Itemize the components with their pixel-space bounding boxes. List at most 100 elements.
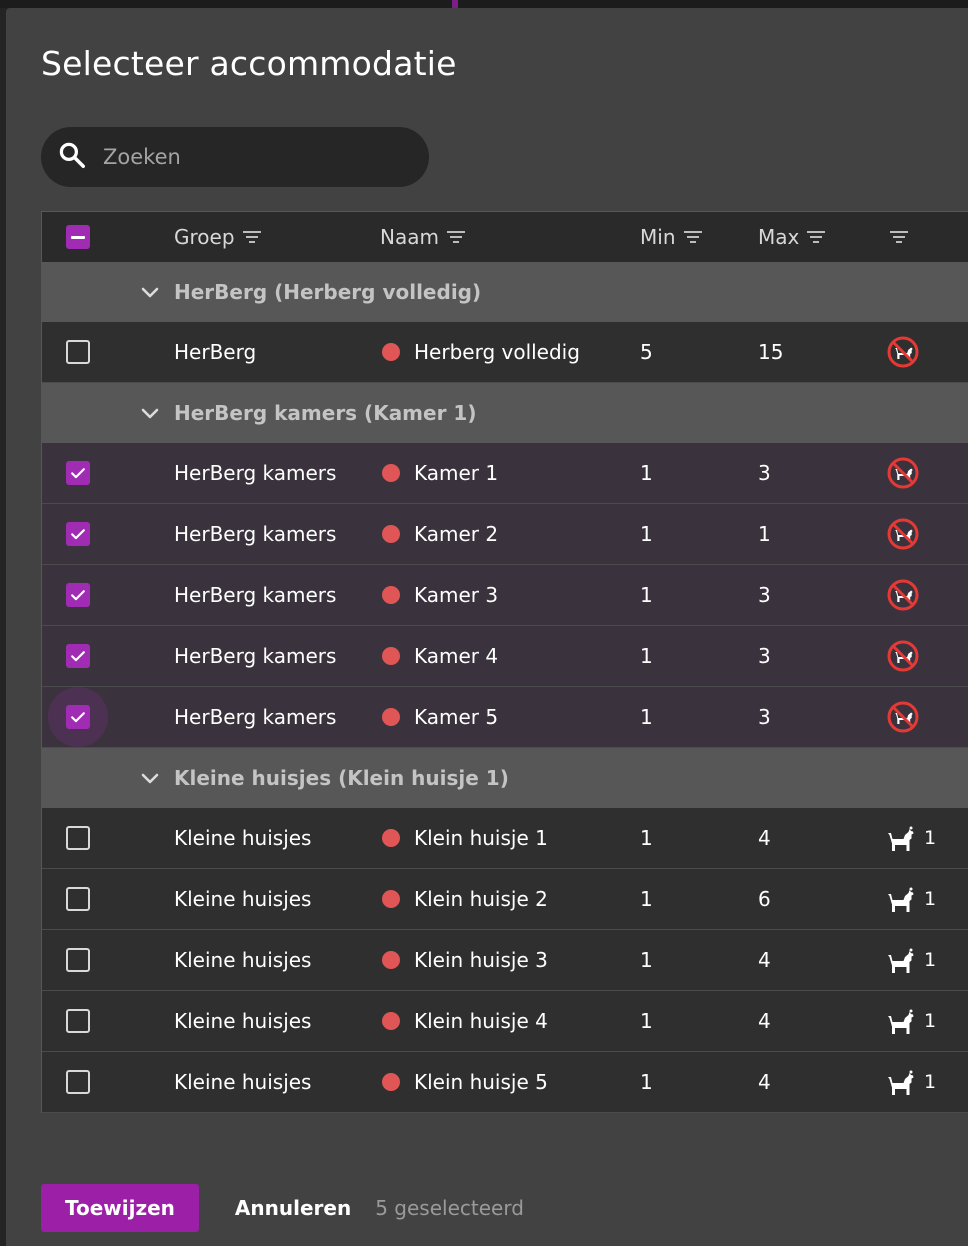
topbar-accent xyxy=(452,0,458,8)
table-row[interactable]: HerBerg kamers Kamer 1 1 3 xyxy=(42,443,968,504)
table-row[interactable]: Kleine huisjes Klein huisje 4 1 4 1 xyxy=(42,991,968,1052)
group-label: HerBerg (Herberg volledig) xyxy=(174,262,481,322)
row-checkbox[interactable] xyxy=(66,826,90,850)
row-check-cell xyxy=(66,869,90,929)
cell-groep: Kleine huisjes xyxy=(174,887,312,911)
header-groep[interactable]: Groep xyxy=(174,212,261,262)
row-checkbox[interactable] xyxy=(66,1009,90,1033)
chevron-down-icon[interactable] xyxy=(138,280,162,304)
table-row[interactable]: HerBerg kamers Kamer 2 1 1 xyxy=(42,504,968,565)
cell-pets: 1 xyxy=(886,1052,936,1112)
search-box[interactable] xyxy=(41,127,429,187)
filter-icon[interactable] xyxy=(890,230,908,244)
group-row[interactable]: HerBerg (Herberg volledig) xyxy=(42,262,968,322)
select-accommodation-dialog: Selecteer accommodatie Groep Naam Min xyxy=(6,8,968,1246)
cell-groep: HerBerg xyxy=(174,340,257,364)
status-dot-cell xyxy=(382,504,400,564)
table-row[interactable]: Kleine huisjes Klein huisje 2 1 6 1 xyxy=(42,869,968,930)
cell-naam: Klein huisje 4 xyxy=(414,1009,548,1033)
group-toggle[interactable] xyxy=(138,748,162,808)
assign-button[interactable]: Toewijzen xyxy=(41,1184,199,1232)
table-row[interactable]: HerBerg kamers Kamer 3 1 3 xyxy=(42,565,968,626)
table-row[interactable]: Kleine huisjes Klein huisje 1 1 4 1 xyxy=(42,808,968,869)
pet-count: 1 xyxy=(924,827,937,849)
table-row[interactable]: HerBerg kamers Kamer 5 1 3 xyxy=(42,687,968,748)
group-row[interactable]: HerBerg kamers (Kamer 1) xyxy=(42,383,968,443)
cell-pets xyxy=(886,504,920,564)
table-row[interactable]: Kleine huisjes Klein huisje 5 1 4 1 xyxy=(42,1052,968,1113)
no-pets-icon xyxy=(887,579,919,611)
filter-icon[interactable] xyxy=(446,230,465,244)
cell-pets xyxy=(886,687,920,747)
status-dot-cell xyxy=(382,930,400,990)
header-pets[interactable] xyxy=(890,212,908,262)
chevron-down-icon[interactable] xyxy=(138,766,162,790)
row-check-cell xyxy=(66,565,90,625)
cell-min: 1 xyxy=(640,826,653,850)
search-icon xyxy=(57,140,87,174)
status-dot-cell xyxy=(382,869,400,929)
row-checkbox[interactable] xyxy=(66,1070,90,1094)
cell-min: 1 xyxy=(640,644,653,668)
group-row[interactable]: Kleine huisjes (Klein huisje 1) xyxy=(42,748,968,808)
select-all-checkbox[interactable] xyxy=(66,225,90,249)
status-dot-cell xyxy=(382,565,400,625)
status-dot xyxy=(382,464,400,482)
cell-naam: Kamer 2 xyxy=(414,522,499,546)
table-row[interactable]: Kleine huisjes Klein huisje 3 1 4 1 xyxy=(42,930,968,991)
row-checkbox[interactable] xyxy=(66,461,90,485)
filter-icon[interactable] xyxy=(807,230,826,244)
header-naam[interactable]: Naam xyxy=(380,212,465,262)
filter-icon[interactable] xyxy=(683,230,702,244)
status-dot xyxy=(382,951,400,969)
cell-min: 1 xyxy=(640,522,653,546)
row-check-cell xyxy=(66,443,90,503)
filter-icon[interactable] xyxy=(242,230,261,244)
row-check-cell xyxy=(66,626,90,686)
check-icon xyxy=(71,712,85,723)
cell-groep: Kleine huisjes xyxy=(174,948,312,972)
group-label: HerBerg kamers (Kamer 1) xyxy=(174,383,476,443)
row-checkbox[interactable] xyxy=(66,340,90,364)
cell-groep: Kleine huisjes xyxy=(174,826,312,850)
row-check-cell xyxy=(66,991,90,1051)
cell-max: 1 xyxy=(758,522,771,546)
group-toggle[interactable] xyxy=(138,262,162,322)
cell-pets xyxy=(886,322,920,382)
status-dot-cell xyxy=(382,991,400,1051)
cell-groep: HerBerg kamers xyxy=(174,583,337,607)
status-dot xyxy=(382,343,400,361)
cell-naam: Klein huisje 3 xyxy=(414,948,548,972)
no-pets-icon xyxy=(887,701,919,733)
row-checkbox[interactable] xyxy=(66,583,90,607)
pet-count: 1 xyxy=(924,888,937,910)
cell-max: 4 xyxy=(758,826,771,850)
row-check-cell xyxy=(48,687,108,747)
table-row[interactable]: HerBerg kamers Kamer 4 1 3 xyxy=(42,626,968,687)
row-check-cell xyxy=(66,504,90,564)
status-dot xyxy=(382,525,400,543)
cell-max: 6 xyxy=(758,887,771,911)
search-input[interactable] xyxy=(101,144,405,170)
status-dot-cell xyxy=(382,322,400,382)
dialog-footer: Toewijzen Annuleren 5 geselecteerd xyxy=(41,1184,524,1232)
header-min[interactable]: Min xyxy=(640,212,702,262)
cell-min: 1 xyxy=(640,705,653,729)
cell-max: 4 xyxy=(758,1070,771,1094)
cancel-button[interactable]: Annuleren xyxy=(235,1196,351,1220)
row-checkbox[interactable] xyxy=(66,644,90,668)
group-toggle[interactable] xyxy=(138,383,162,443)
row-checkbox[interactable] xyxy=(66,887,90,911)
table-row[interactable]: HerBerg Herberg volledig 5 15 xyxy=(42,322,968,383)
row-checkbox[interactable] xyxy=(66,522,90,546)
header-max[interactable]: Max xyxy=(758,212,826,262)
cell-max: 15 xyxy=(758,340,784,364)
chevron-down-icon[interactable] xyxy=(138,401,162,425)
row-checkbox[interactable] xyxy=(66,948,90,972)
cell-pets xyxy=(886,565,920,625)
cell-min: 1 xyxy=(640,1070,653,1094)
cell-pets xyxy=(886,443,920,503)
status-dot-cell xyxy=(382,687,400,747)
cell-groep: Kleine huisjes xyxy=(174,1009,312,1033)
row-checkbox[interactable] xyxy=(66,705,90,729)
